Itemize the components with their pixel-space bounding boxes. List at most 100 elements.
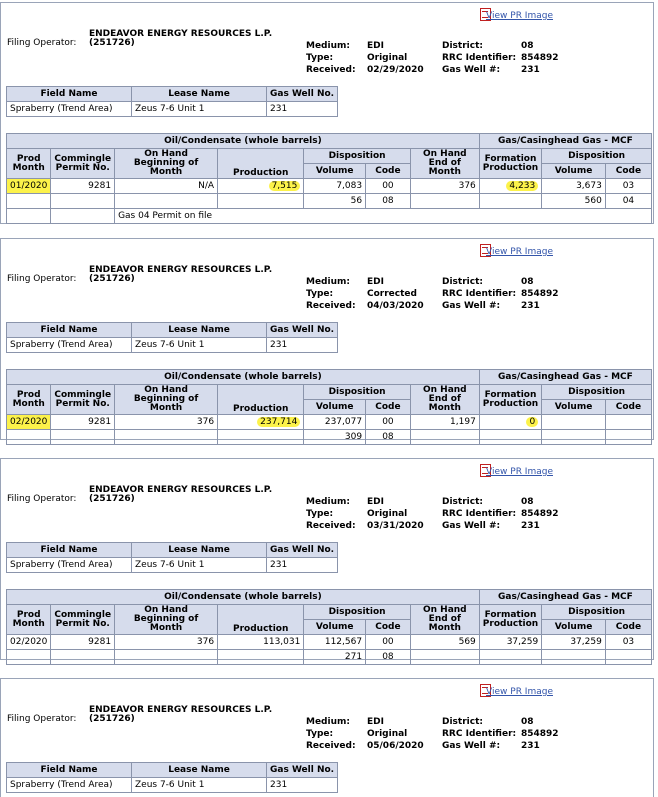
prod-month-cell: 02/2020: [5, 634, 52, 650]
filing-operator-label: Filing Operator:: [7, 274, 77, 284]
table-row: 56 08 560 04: [5, 193, 653, 209]
gas-code-header: Code: [604, 619, 653, 635]
received-value: 02/29/2020: [367, 65, 424, 75]
gas-code-cell: [604, 414, 653, 430]
medium-value: EDI: [367, 717, 384, 727]
gas-volume-header: Volume: [541, 163, 606, 179]
formation-production-header: Formation Production: [478, 148, 543, 179]
commingle-cell: 9281: [50, 178, 116, 194]
production-report: View PR Image Filing Operator: ENDEAVOR …: [0, 238, 654, 445]
rrc-identifier-label: RRC Identifier:: [442, 729, 517, 739]
medium-label: Medium:: [306, 497, 350, 507]
gas-well-no-header: Gas Well No.: [265, 542, 339, 558]
production-report: View PR Image Filing Operator: ENDEAVOR …: [0, 2, 654, 224]
type-label: Type:: [306, 53, 334, 63]
lease-name: Zeus 7-6 Unit 1: [131, 557, 267, 573]
prod-month-cell: 02/2020: [5, 414, 52, 430]
view-pr-image-link[interactable]: View PR Image: [486, 11, 553, 21]
on-hand-begin-header: On Hand Beginning of Month: [114, 148, 219, 179]
on-hand-end-cell: 1,197: [409, 414, 480, 430]
district-value: 08: [521, 497, 534, 507]
production-header: Production: [217, 384, 305, 415]
received-label: Received:: [306, 65, 356, 75]
medium-value: EDI: [367, 497, 384, 507]
formation-production-cell: 37,259: [478, 634, 543, 650]
formation-production-header: Formation Production: [478, 604, 543, 635]
gas-well-label: Gas Well #:: [442, 521, 501, 531]
production-table: Oil/Condensate (whole barrels) Gas/Casin…: [5, 133, 653, 224]
on-hand-begin-header: On Hand Beginning of Month: [114, 604, 219, 635]
formation-production-cell: 0: [478, 414, 543, 430]
medium-label: Medium:: [306, 277, 350, 287]
gas-code-cell: 04: [604, 193, 653, 209]
received-label: Received:: [306, 521, 356, 531]
field-name-header: Field Name: [6, 762, 132, 778]
view-pr-image-link[interactable]: View PR Image: [486, 247, 553, 257]
gas-volume-header: Volume: [541, 619, 606, 635]
on-hand-end-cell: 376: [409, 178, 480, 194]
rrc-identifier-label: RRC Identifier:: [442, 53, 517, 63]
table-row: 309 08: [5, 429, 653, 445]
table-row: 02/2020 9281 376 237,714 237,077 00 1,19…: [5, 414, 653, 430]
gas-well-no: 231: [265, 557, 339, 573]
disposition-code-cell: 08: [365, 429, 411, 445]
gas-casinghead-header: Gas/Casinghead Gas - MCF: [478, 369, 653, 385]
received-label: Received:: [306, 741, 356, 751]
on-hand-end-header: On Hand End of Month: [409, 604, 480, 635]
operator-id: (251726): [89, 38, 135, 48]
field-name-header: Field Name: [6, 542, 132, 558]
rrc-identifier-label: RRC Identifier:: [442, 289, 517, 299]
field-name: Spraberry (Trend Area): [6, 777, 132, 793]
lease-table: Field Name Lease Name Gas Well No. Sprab…: [6, 322, 339, 353]
view-pr-image-link[interactable]: View PR Image: [486, 467, 553, 477]
lease-table: Field Name Lease Name Gas Well No. Sprab…: [6, 86, 339, 117]
rrc-identifier-value: 854892: [521, 509, 559, 519]
gas-casinghead-header: Gas/Casinghead Gas - MCF: [478, 133, 653, 149]
field-name: Spraberry (Trend Area): [6, 557, 132, 573]
gas-volume-cell: 560: [541, 193, 606, 209]
view-pr-image-link[interactable]: View PR Image: [486, 687, 553, 697]
production-cell: 113,031: [217, 634, 305, 650]
gas-code-cell: 03: [604, 634, 653, 650]
type-value: Corrected: [367, 289, 417, 299]
lease-name: Zeus 7-6 Unit 1: [131, 777, 267, 793]
gas-well-no: 231: [265, 777, 339, 793]
received-value: 03/31/2020: [367, 521, 424, 531]
table-row: 271 08: [5, 649, 653, 665]
production-report: View PR Image Filing Operator: ENDEAVOR …: [0, 458, 654, 665]
disposition-volume-cell: 112,567: [303, 634, 367, 650]
production-cell: 7,515: [217, 178, 305, 194]
disposition-code-cell: 08: [365, 193, 411, 209]
lease-name: Zeus 7-6 Unit 1: [131, 337, 267, 353]
type-value: Original: [367, 729, 408, 739]
oil-condensate-header: Oil/Condensate (whole barrels): [6, 589, 480, 605]
gas-well-no-header: Gas Well No.: [265, 86, 339, 102]
gas-disposition-header: Disposition: [541, 384, 652, 400]
gas-well-label: Gas Well #:: [442, 741, 501, 751]
received-label: Received:: [306, 301, 356, 311]
lease-name: Zeus 7-6 Unit 1: [131, 101, 267, 117]
gas-well-no-header: Gas Well No.: [265, 762, 339, 778]
gas-code-cell: [604, 649, 653, 665]
production-header: Production: [217, 148, 305, 179]
type-label: Type:: [306, 729, 334, 739]
production-header: Production: [217, 604, 305, 635]
district-value: 08: [521, 717, 534, 727]
table-row: 01/2020 9281 N/A 7,515 7,083 00 376 4,23…: [5, 178, 653, 194]
gas-casinghead-header: Gas/Casinghead Gas - MCF: [478, 589, 653, 605]
medium-value: EDI: [367, 277, 384, 287]
on-hand-end-header: On Hand End of Month: [409, 384, 480, 415]
gas-well-no-header: Gas Well No.: [265, 322, 339, 338]
field-name-header: Field Name: [6, 86, 132, 102]
disposition-code-cell: 00: [365, 634, 411, 650]
gas-well-value: 231: [521, 301, 540, 311]
filing-operator-label: Filing Operator:: [7, 38, 77, 48]
on-hand-begin-cell: 376: [114, 634, 219, 650]
commingle-header: Commingle Permit No.: [50, 604, 116, 635]
rrc-identifier-value: 854892: [521, 53, 559, 63]
on-hand-begin-header: On Hand Beginning of Month: [114, 384, 219, 415]
district-label: District:: [442, 717, 483, 727]
formation-production-value: 4,233: [506, 181, 539, 191]
operator-id: (251726): [89, 274, 135, 284]
lease-name-header: Lease Name: [131, 542, 267, 558]
